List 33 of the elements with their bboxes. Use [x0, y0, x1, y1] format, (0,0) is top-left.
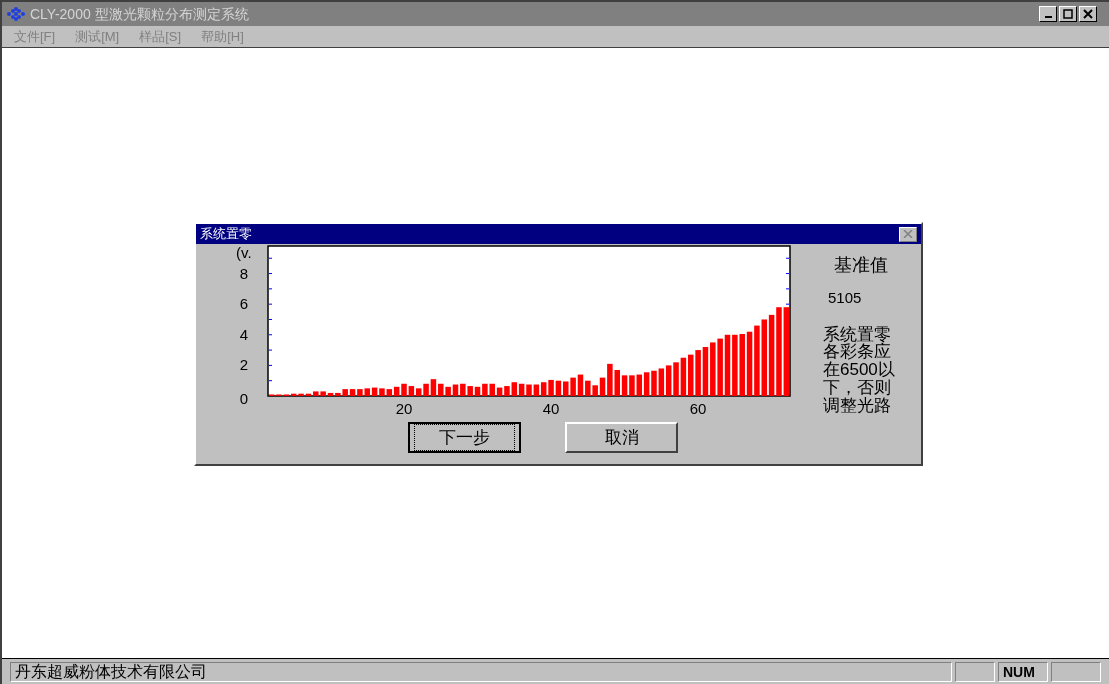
window-title: CLY-2000 型激光颗粒分布测定系统: [30, 4, 249, 24]
dialog-title: 系统置零: [200, 225, 252, 244]
status-panel: [955, 661, 995, 682]
minimize-button[interactable]: [1039, 6, 1057, 22]
minimize-icon: [1044, 16, 1052, 18]
instruction-text: 系统置零各彩条应在6500以下，否则调整光路: [823, 325, 896, 415]
close-icon: [903, 230, 913, 238]
status-text: 丹东超威粉体技术有限公司: [10, 661, 952, 682]
menu-item[interactable]: 帮助[H]: [201, 26, 244, 47]
menu-item[interactable]: 测试[M]: [75, 26, 120, 47]
maximize-icon: [1063, 9, 1073, 19]
reference-label: 基准值: [834, 254, 888, 277]
close-button[interactable]: [1079, 6, 1097, 22]
y-tick-label: 4: [239, 325, 249, 343]
num-lock-indicator: NUM: [998, 661, 1048, 682]
x-tick-label: 20: [395, 400, 413, 417]
y-tick-label: 0: [239, 390, 249, 407]
maximize-button[interactable]: [1059, 6, 1077, 22]
x-tick-label: 40: [542, 400, 560, 417]
reference-value: 5105: [827, 288, 862, 308]
dialog-button[interactable]: 下一步: [408, 422, 521, 453]
dots-logo-icon: [6, 7, 26, 21]
dialog-button[interactable]: 取消: [565, 422, 678, 453]
y-axis-label: (v.: [236, 244, 252, 261]
menu-item[interactable]: 样品[S]: [139, 26, 182, 47]
y-tick-label: 8: [239, 264, 249, 282]
close-icon: [1083, 9, 1093, 19]
close-button[interactable]: [899, 226, 917, 242]
y-tick-label: 2: [239, 356, 249, 374]
status-panel: [1051, 661, 1101, 682]
x-tick-label: 60: [689, 400, 707, 417]
menu-item[interactable]: 文件[F]: [14, 26, 56, 47]
y-tick-label: 6: [239, 295, 249, 313]
